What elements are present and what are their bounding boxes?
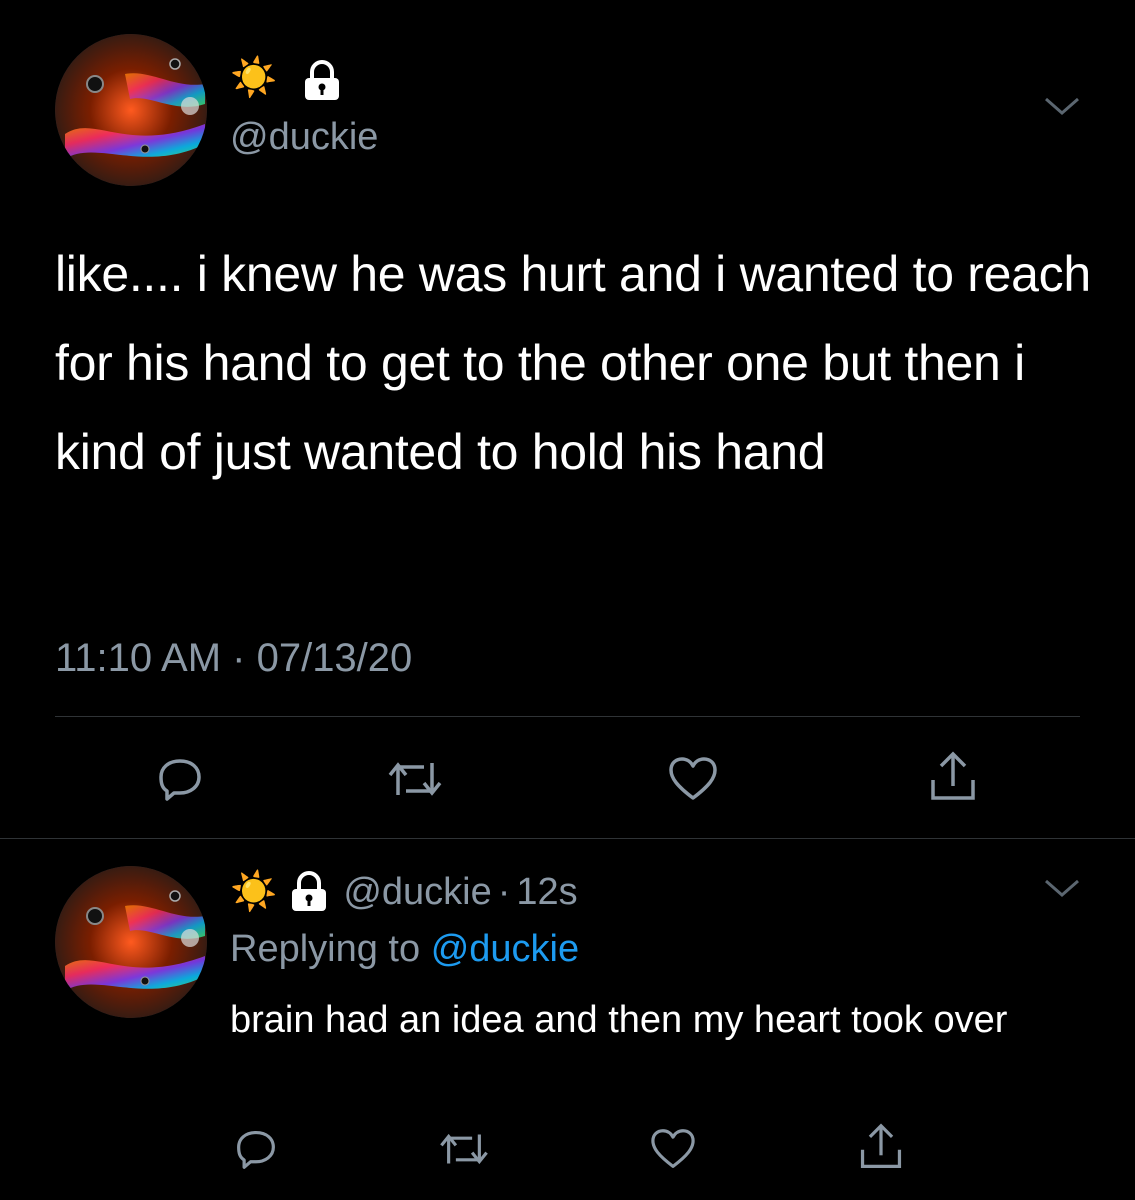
share-icon[interactable]	[852, 1120, 910, 1174]
reply-icon[interactable]	[228, 1124, 284, 1174]
chevron-down-icon[interactable]	[1040, 874, 1084, 904]
reply-name-row: ☀️ @duckie · 12s	[230, 866, 578, 918]
lock-icon	[302, 60, 342, 107]
replying-to-handle[interactable]: @duckie	[431, 928, 579, 970]
handle[interactable]: @duckie	[230, 114, 378, 160]
reply-display-name-emoji: ☀️	[230, 871, 278, 913]
display-name-emoji: ☀️	[230, 57, 278, 99]
divider	[0, 838, 1135, 839]
replying-to: Replying to @duckie	[230, 924, 579, 974]
lock-icon	[289, 871, 329, 913]
tweet-timestamp: 11:10 AM · 07/13/20	[55, 636, 413, 680]
avatar[interactable]	[55, 34, 207, 186]
tweet-text: like.... i knew he was hurt and i wanted…	[55, 246, 1091, 480]
divider	[55, 716, 1080, 717]
retweet-icon[interactable]	[380, 752, 450, 806]
share-icon[interactable]	[922, 748, 984, 806]
reply-icon[interactable]	[150, 752, 210, 806]
reply-handle[interactable]: @duckie	[343, 871, 491, 914]
like-icon[interactable]	[662, 752, 724, 806]
like-icon[interactable]	[644, 1124, 702, 1174]
reply-text: brain had an idea and then my heart took…	[230, 999, 1008, 1041]
reply-avatar[interactable]	[55, 866, 207, 1018]
reply-separator: ·	[497, 870, 511, 913]
replying-to-label: Replying to	[230, 928, 421, 970]
retweet-icon[interactable]	[432, 1124, 496, 1174]
reply-time: 12s	[516, 870, 578, 913]
chevron-down-icon[interactable]	[1040, 92, 1084, 122]
